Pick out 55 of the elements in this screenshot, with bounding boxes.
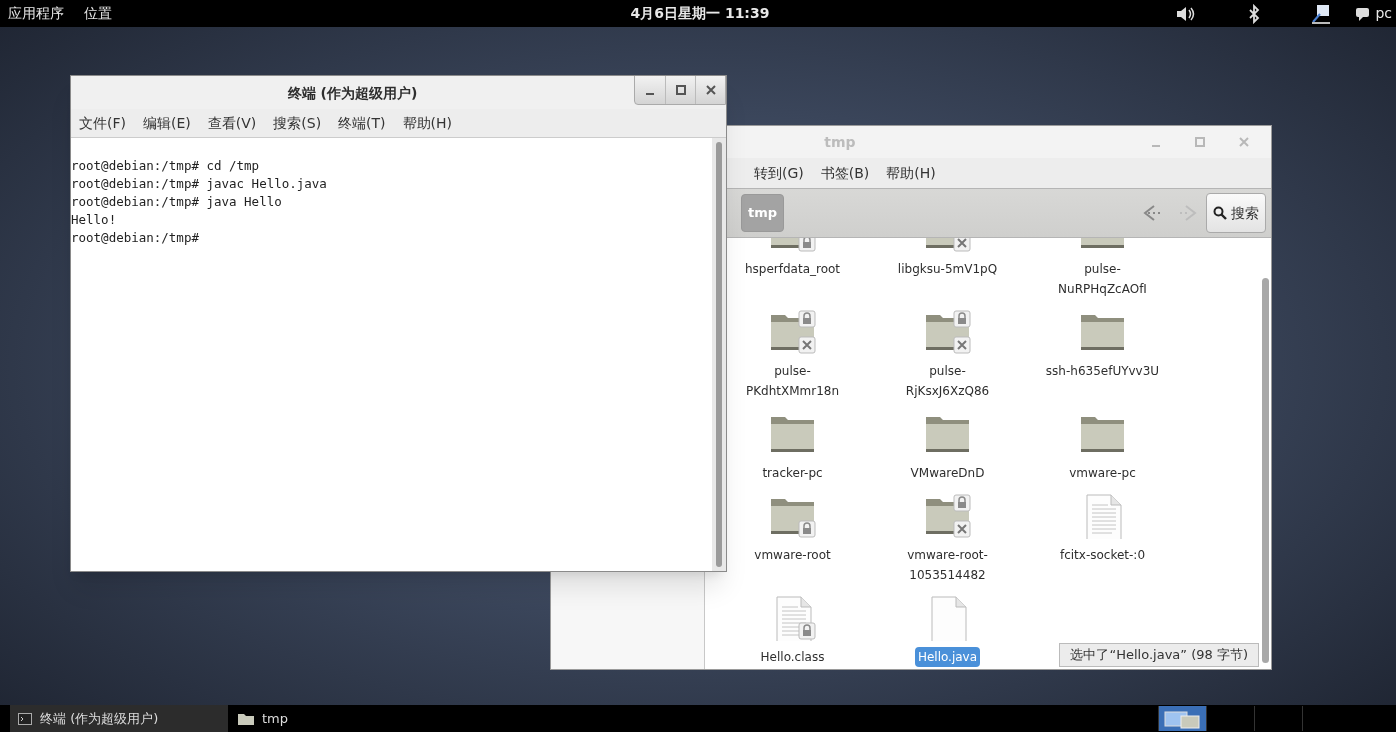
- terminal-line: Hello!: [71, 211, 118, 229]
- scrollbar-thumb[interactable]: [1262, 278, 1269, 663]
- minimize-icon: [1151, 145, 1161, 147]
- file-name[interactable]: vmware-root-1053514482: [887, 545, 1008, 585]
- clock[interactable]: 4月6日星期一 11:39: [560, 3, 840, 24]
- menu-item[interactable]: 帮助(H): [886, 162, 936, 184]
- menu-item[interactable]: 书签(B): [820, 162, 870, 184]
- locked-folder-icon: [923, 491, 972, 539]
- folder-icon: [238, 712, 254, 725]
- search-icon: [1213, 206, 1227, 220]
- menu-item[interactable]: 文件(F): [79, 112, 126, 134]
- close-icon: [705, 85, 716, 95]
- file-name[interactable]: VMwareDnD: [907, 463, 988, 483]
- bluetooth-icon: [1247, 3, 1262, 24]
- terminal-line: root@debian:/tmp# cd /tmp: [71, 157, 261, 175]
- file-name[interactable]: fcitx-socket-:0: [1056, 545, 1149, 565]
- window-title: 终端 (作为超级用户): [287, 84, 418, 103]
- file-name[interactable]: pulse-NuRPHqZcAOfI: [1042, 259, 1163, 299]
- file-name[interactable]: tracker-pc: [759, 463, 826, 483]
- file-name[interactable]: hsperfdata_root: [741, 259, 844, 279]
- menu-item[interactable]: 终端(T): [338, 112, 386, 134]
- maximize-icon: [1195, 137, 1205, 147]
- user-name[interactable]: pc: [1375, 3, 1392, 24]
- file-name[interactable]: vmware-pc: [1066, 463, 1139, 483]
- taskbar-button[interactable]: 终端 (作为超级用户): [10, 705, 228, 732]
- locked-folder-icon: [923, 307, 972, 355]
- terminal-line: root@debian:/tmp# javac Hello.java: [71, 175, 328, 193]
- menu-item[interactable]: 搜索(S): [273, 112, 322, 134]
- workspace-button[interactable]: [1158, 706, 1206, 731]
- file-name[interactable]: pulse-PKdhtXMmr18n: [732, 361, 853, 401]
- minimize-icon: [645, 93, 655, 95]
- menu-item[interactable]: 编辑(E): [143, 112, 191, 134]
- chat-icon: [1355, 5, 1372, 22]
- file-name[interactable]: vmware-root: [751, 545, 834, 565]
- file-name[interactable]: pulse-RjKsxJ6XzQ86: [887, 361, 1008, 401]
- menu-item[interactable]: 查看(V): [207, 112, 257, 134]
- menu-item[interactable]: 帮助(H): [402, 112, 453, 134]
- status-label: 选中了“Hello.java” (98 字节): [1059, 643, 1259, 667]
- window-thumbnails-icon: [1162, 708, 1203, 729]
- search-button[interactable]: 搜索: [1206, 193, 1266, 233]
- terminal-icon: [18, 712, 32, 725]
- terminal-line: root@debian:/tmp#: [71, 229, 200, 247]
- scrollbar-thumb[interactable]: [716, 142, 722, 567]
- file-name[interactable]: ssh-h635efUYvv3U: [1042, 361, 1163, 381]
- maximize-icon: [675, 85, 686, 95]
- top-menu[interactable]: 位置: [84, 3, 112, 24]
- file-name[interactable]: libgksu-5mV1pQ: [894, 259, 1001, 279]
- network-icon: [1311, 3, 1332, 24]
- close-icon: [1239, 137, 1249, 147]
- taskbar-button[interactable]: tmp: [230, 705, 430, 732]
- terminal-line: root@debian:/tmp# java Hello: [71, 193, 283, 211]
- file-name[interactable]: Hello.class: [757, 647, 828, 667]
- locked-folder-icon: [768, 307, 817, 355]
- top-menu[interactable]: 应用程序: [8, 3, 64, 24]
- menu-item[interactable]: 转到(G): [754, 162, 804, 184]
